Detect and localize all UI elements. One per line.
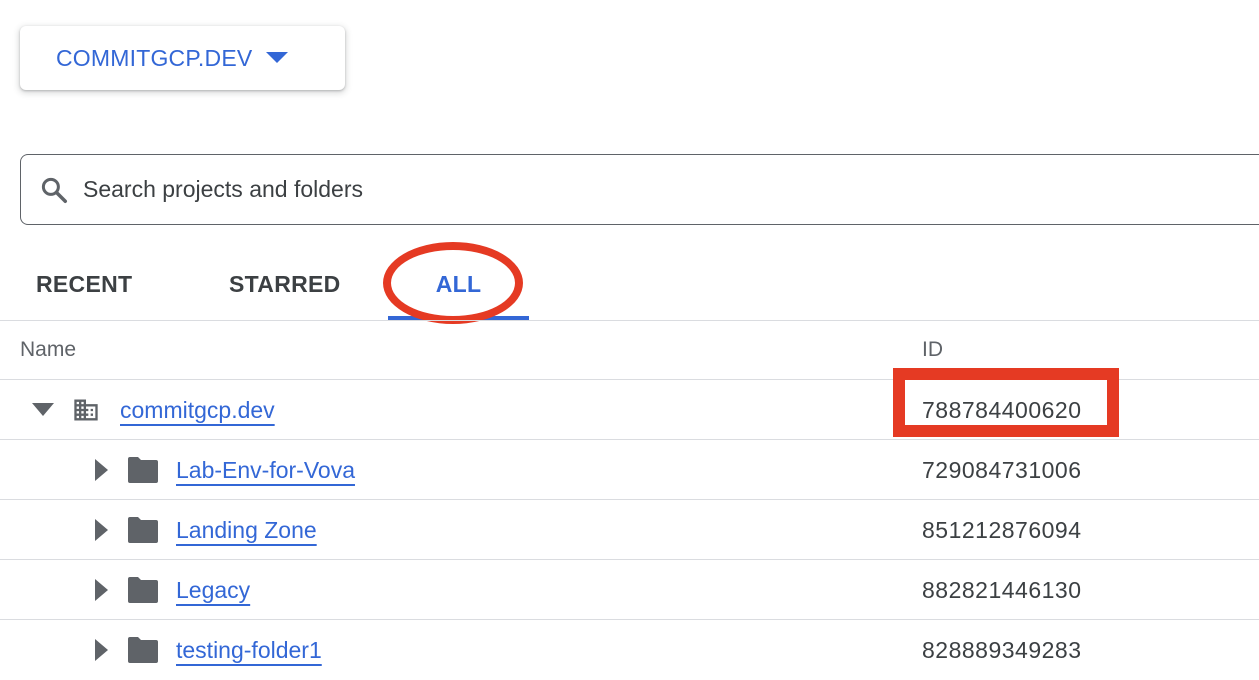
row-name-link[interactable]: testing-folder1 (176, 635, 322, 665)
table-row[interactable]: testing-folder1 828889349283 (0, 620, 1259, 680)
caret-down-icon (32, 403, 54, 416)
folder-icon (128, 440, 158, 500)
caret-right-icon (95, 579, 108, 601)
tab-all-label: ALL (435, 271, 482, 297)
row-id: 729084731006 (922, 457, 1082, 483)
organization-picker-label: COMMITGCP.DEV (56, 44, 253, 71)
expand-toggle[interactable] (95, 620, 108, 680)
row-name-link[interactable]: Landing Zone (176, 515, 317, 545)
folder-icon (128, 500, 158, 560)
caret-right-icon (95, 639, 108, 661)
table-row[interactable]: Legacy 882821446130 (0, 560, 1259, 620)
row-id: 851212876094 (922, 517, 1082, 543)
tab-all[interactable]: ALL (388, 250, 529, 320)
tab-recent-label: RECENT (36, 271, 133, 297)
caret-right-icon (95, 459, 108, 481)
table-row[interactable]: Lab-Env-for-Vova 729084731006 (0, 440, 1259, 500)
search-box[interactable] (20, 154, 1259, 225)
table-row[interactable]: commitgcp.dev 788784400620 (0, 380, 1259, 440)
tab-starred-label: STARRED (229, 271, 341, 297)
collapse-toggle[interactable] (32, 380, 54, 440)
folder-icon (128, 620, 158, 680)
row-id: 788784400620 (922, 397, 1082, 423)
row-id: 882821446130 (922, 577, 1082, 603)
row-name-link[interactable]: Legacy (176, 575, 250, 605)
caret-right-icon (95, 519, 108, 541)
row-name-link[interactable]: Lab-Env-for-Vova (176, 455, 355, 485)
column-header-name[interactable]: Name (20, 338, 76, 362)
folder-icon (128, 560, 158, 620)
tab-recent[interactable]: RECENT (36, 250, 132, 320)
expand-toggle[interactable] (95, 440, 108, 500)
organization-icon (72, 380, 100, 440)
tab-bar: RECENT STARRED ALL (0, 250, 1259, 320)
expand-toggle[interactable] (95, 560, 108, 620)
table-row[interactable]: Landing Zone 851212876094 (0, 500, 1259, 560)
row-name-link[interactable]: commitgcp.dev (120, 395, 275, 425)
search-icon (41, 177, 67, 203)
organization-picker-button[interactable]: COMMITGCP.DEV (20, 26, 345, 90)
search-input[interactable] (81, 175, 985, 204)
tab-starred[interactable]: STARRED (229, 250, 341, 320)
column-header-id[interactable]: ID (922, 338, 943, 362)
caret-down-icon (266, 51, 289, 63)
expand-toggle[interactable] (95, 500, 108, 560)
tab-divider (0, 320, 1259, 321)
row-id: 828889349283 (922, 637, 1082, 663)
